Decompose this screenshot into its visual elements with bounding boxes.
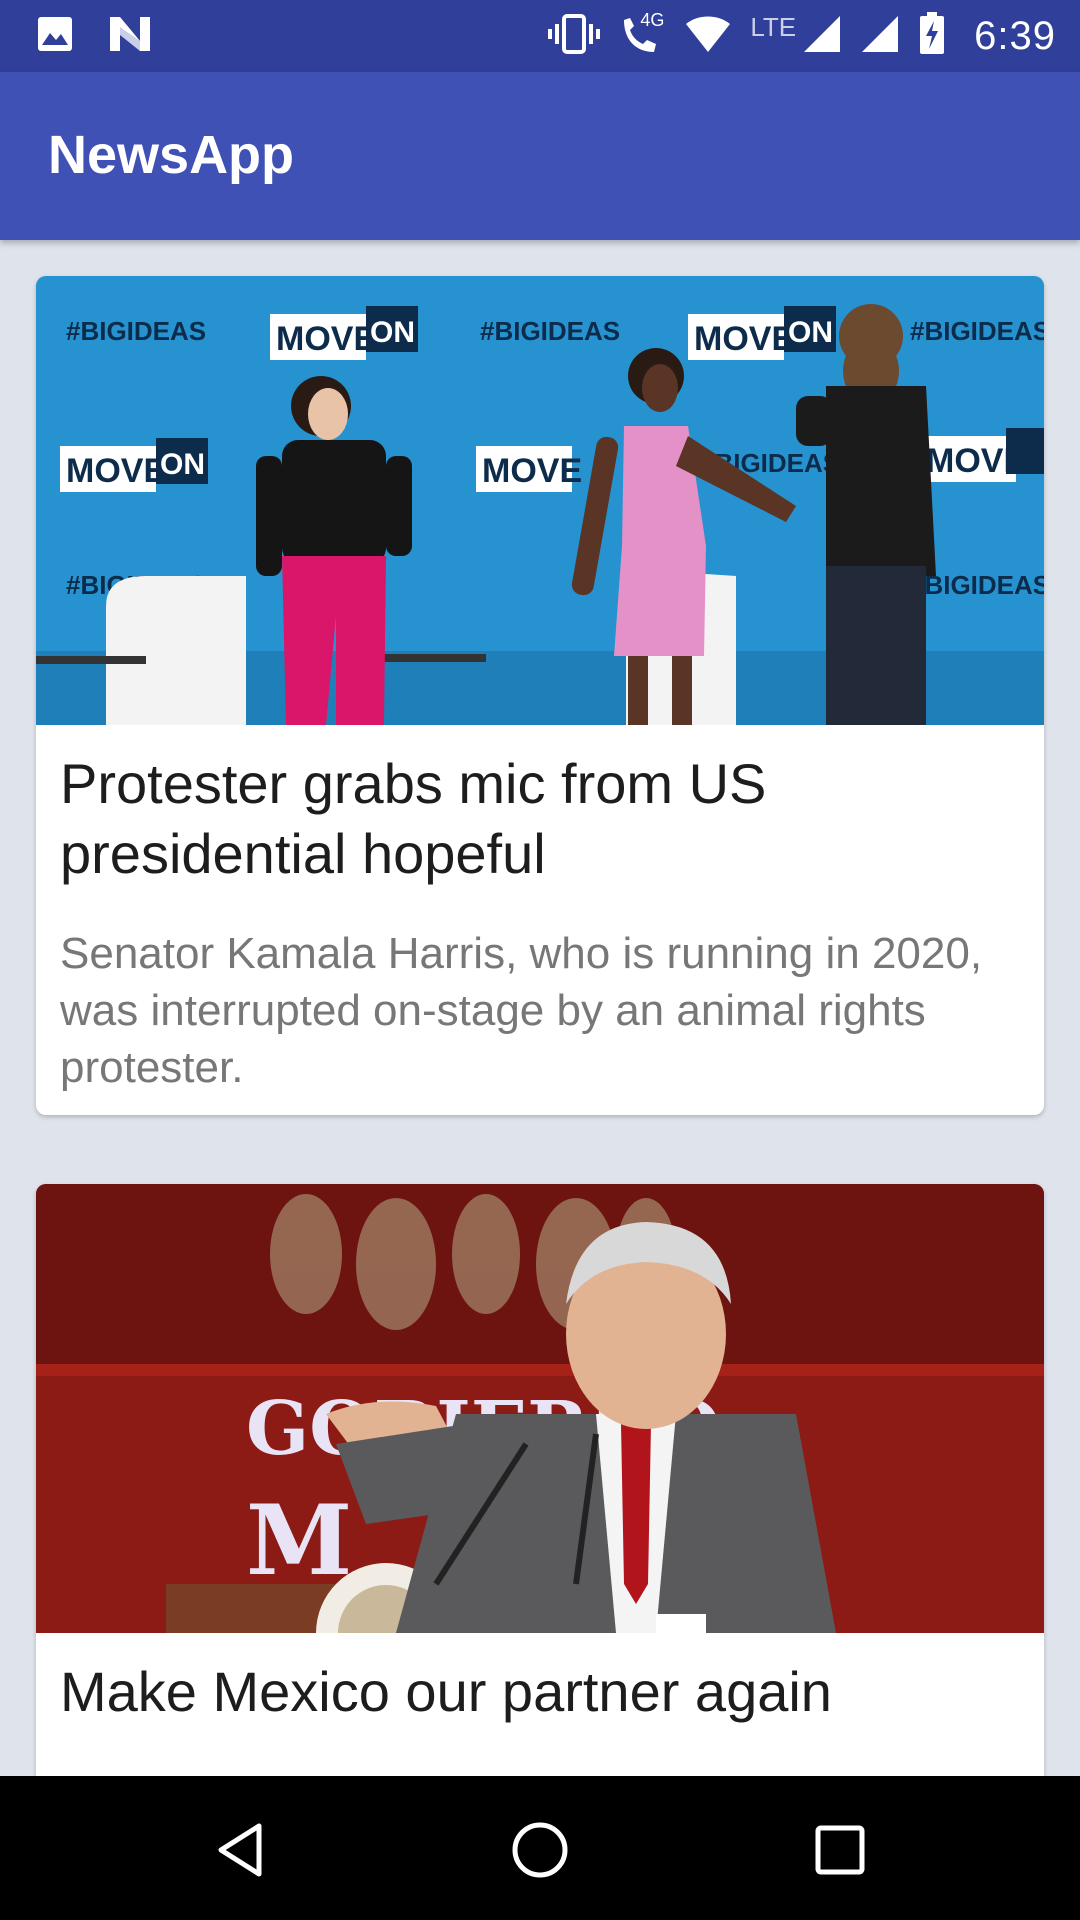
- article-headline[interactable]: Make Mexico our partner again: [60, 1657, 1020, 1727]
- signage-text: MOVE: [482, 452, 582, 490]
- vibrate-icon: [548, 14, 601, 58]
- signage-text: MOVE: [276, 320, 376, 358]
- signage-text: #BIGIDEAS: [480, 316, 620, 346]
- news-feed[interactable]: #BIGIDEAS #BIGIDEAS #BIGIDEAS #BIGIDEAS …: [0, 240, 1080, 1776]
- news-app-notification-icon: [108, 15, 152, 57]
- volte-call-icon: 4G: [618, 10, 666, 58]
- signage-text: ON: [160, 448, 205, 481]
- home-button[interactable]: [500, 1812, 580, 1892]
- signage-text: MOVE: [66, 452, 166, 490]
- article-card[interactable]: GOBIERNO M Make Mexico our par: [36, 1184, 1044, 1776]
- signage-text: M: [246, 1484, 352, 1597]
- status-bar: 4G LTE 6:39: [0, 0, 1080, 72]
- signage-text: ON: [788, 316, 833, 349]
- data-label: 4G: [640, 10, 665, 30]
- article-card[interactable]: #BIGIDEAS #BIGIDEAS #BIGIDEAS #BIGIDEAS …: [36, 276, 1044, 1115]
- back-icon: [211, 1820, 271, 1884]
- image-notification-icon: [36, 15, 74, 57]
- home-icon: [508, 1818, 572, 1886]
- network-type-label: LTE: [750, 11, 797, 42]
- article-headline[interactable]: Protester grabs mic from US presidential…: [60, 749, 1020, 889]
- system-status-icons: 4G LTE 6:39: [548, 10, 1056, 62]
- back-button[interactable]: [201, 1812, 281, 1892]
- signage-text: MOVE: [694, 320, 794, 358]
- signage-text: #BIGIDEAS: [910, 316, 1044, 346]
- wifi-icon: [684, 14, 732, 58]
- signal-icon: [860, 14, 900, 58]
- recents-icon: [810, 1820, 870, 1884]
- app-title: NewsApp: [48, 125, 295, 185]
- article-image: #BIGIDEAS #BIGIDEAS #BIGIDEAS #BIGIDEAS …: [36, 276, 1044, 725]
- article-summary: Senator Kamala Harris, who is running in…: [60, 929, 983, 1092]
- article-image: GOBIERNO M: [36, 1184, 1044, 1633]
- recents-button[interactable]: [800, 1812, 880, 1892]
- navigation-bar: [0, 1776, 1080, 1920]
- notification-icons: [36, 14, 152, 58]
- signage-text: ON: [370, 316, 415, 349]
- clock: 6:39: [974, 13, 1056, 58]
- signal-lte-icon: [802, 14, 842, 58]
- battery-charging-icon: [918, 12, 946, 60]
- signage-text: #BIGIDEAS: [66, 316, 206, 346]
- app-bar: NewsApp: [0, 72, 1080, 240]
